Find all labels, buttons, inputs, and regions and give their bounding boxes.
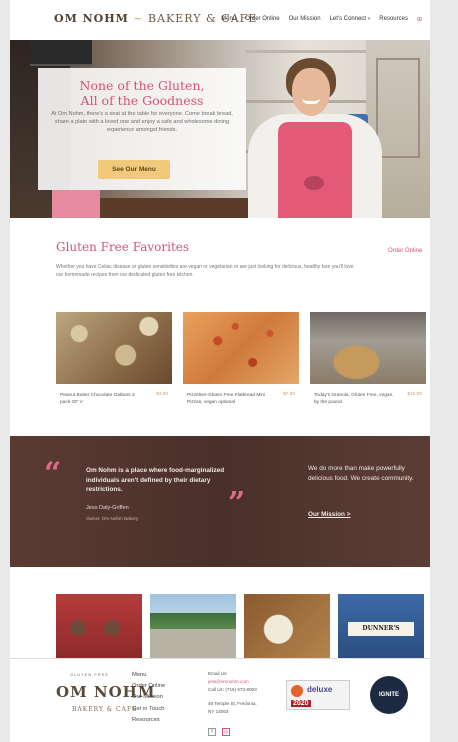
- nav-order-online[interactable]: Order Online: [245, 16, 279, 23]
- favorites-description: Whether you have Celiac disease or glute…: [56, 264, 354, 278]
- hero-text: At Om Nohm, there's a seat at the table …: [51, 111, 233, 133]
- quote-role: Owner, Om Nohm Bakery: [86, 516, 139, 521]
- logo-main: OM NOHM: [54, 12, 129, 25]
- hero-title: None of the Gluten, All of the Goodness: [79, 78, 205, 108]
- nav-lets-connect[interactable]: Let's Connect ▾: [330, 16, 371, 23]
- nav-menu[interactable]: Menu: [221, 16, 236, 23]
- footer-logo-top: GLUTEN FREE: [70, 672, 110, 677]
- main-nav: Menu Order Online Our Mission Let's Conn…: [221, 16, 422, 23]
- quote-section: [10, 436, 430, 567]
- baker-photo: [240, 58, 390, 218]
- footer-menu: Menu Order Online Our Mission Get in Tou…: [132, 670, 165, 726]
- favorites-title: Gluten Free Favorites: [56, 240, 190, 254]
- footer-link-order-online[interactable]: Order Online: [132, 681, 165, 692]
- mission-statement: We do more than make powerfully deliciou…: [308, 465, 414, 482]
- footer-logo-sub: BAKERY & CAFE: [72, 706, 138, 713]
- ignite-badge: IGNITE: [370, 676, 408, 714]
- page: OM NOHM ~ BAKERY & CAFE Menu Order Onlin…: [10, 0, 430, 742]
- product-image[interactable]: [183, 312, 299, 384]
- phone-link[interactable]: Call Us: (716) 672-8003: [208, 686, 257, 694]
- product-card[interactable]: Today's Granola, Gluten Free, vegan, by …: [310, 312, 426, 405]
- nav-our-mission[interactable]: Our Mission: [289, 16, 321, 23]
- gallery-image[interactable]: [244, 594, 330, 658]
- footer-link-menu[interactable]: Menu: [132, 670, 165, 681]
- award-icon: [291, 685, 303, 697]
- our-mission-link[interactable]: Our Mission >: [308, 511, 350, 518]
- instagram-icon[interactable]: ◎: [222, 728, 230, 736]
- cart-icon[interactable]: ⊞: [417, 16, 422, 23]
- product-name[interactable]: Peanut Butter Chocolate Oatbars 2 pack G…: [60, 392, 142, 406]
- deluxe-award-badge: deluxe 2020: [286, 680, 350, 710]
- product-price: $12.00: [407, 392, 422, 397]
- footer-link-resources[interactable]: Resources: [132, 715, 165, 726]
- order-online-link[interactable]: Order Online: [388, 248, 422, 254]
- product-card[interactable]: Peanut Butter Chocolate Oatbars 2 pack G…: [56, 312, 172, 405]
- open-quote-icon: “: [44, 456, 62, 491]
- footer-contact: Email Us: jess@omnohm.com Call Us: (716)…: [208, 671, 257, 714]
- quote-text: Om Nohm is a place where food-marginaliz…: [86, 467, 225, 493]
- social-icon[interactable]: f: [208, 728, 216, 736]
- gallery-image[interactable]: [56, 594, 142, 658]
- book-label: DUNNER'S: [348, 622, 414, 636]
- nav-resources[interactable]: Resources: [379, 16, 408, 23]
- gallery-image[interactable]: [150, 594, 236, 658]
- see-our-menu-button[interactable]: See Our Menu: [98, 160, 170, 179]
- product-price: $7.50: [282, 392, 295, 397]
- footer-link-our-mission[interactable]: Our Mission: [132, 692, 165, 703]
- product-card[interactable]: Pizzettes-Gluten Free Flatbread Mini Piz…: [183, 312, 299, 405]
- product-name[interactable]: Pizzettes-Gluten Free Flatbread Mini Piz…: [187, 392, 269, 406]
- site-header: OM NOHM ~ BAKERY & CAFE Menu Order Onlin…: [10, 0, 430, 40]
- chevron-down-icon: ▾: [367, 16, 371, 22]
- gallery-image[interactable]: DUNNER'S: [338, 594, 424, 658]
- product-price: $4.00: [155, 392, 168, 397]
- email-link[interactable]: jess@omnohm.com: [208, 678, 257, 686]
- chalkboard-sign: [30, 40, 92, 66]
- footer-link-get-in-touch[interactable]: Get in Touch: [132, 704, 165, 715]
- product-image[interactable]: [310, 312, 426, 384]
- product-name[interactable]: Today's Granola, Gluten Free, vegan, by …: [314, 392, 396, 406]
- product-image[interactable]: [56, 312, 172, 384]
- quote-author: Jess Daly-Griffen: [86, 505, 129, 511]
